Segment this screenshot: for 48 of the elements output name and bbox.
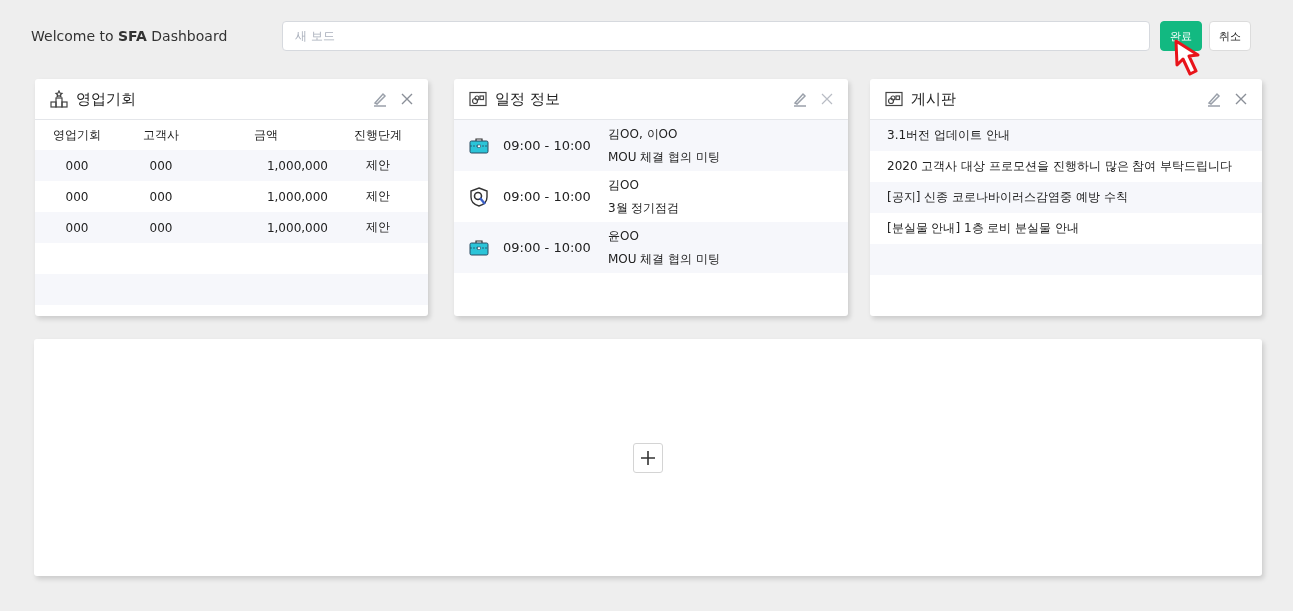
table-cell-text: 000 (64, 189, 90, 204)
photo-frame-icon (885, 91, 903, 107)
table-cell-text: 제안 (365, 219, 391, 236)
welcome-title: Welcome to SFA Dashboard (31, 28, 229, 44)
card-title: 게시판 (911, 89, 956, 109)
column-header: 영업기회 (52, 126, 102, 144)
briefcase-icon (469, 136, 489, 155)
post-title[interactable]: 2020 고객사 대상 프로모션을 진행하니 많은 참여 부탁드립니다 (887, 158, 1233, 175)
briefcase-icon (469, 238, 489, 257)
table-cell-text: 000 (148, 189, 174, 204)
edit-icon[interactable] (372, 91, 388, 107)
header-button[interactable]: 취소 (1209, 21, 1251, 51)
table-cell-text: 제안 (365, 157, 391, 174)
post-title[interactable]: 3.1버전 업데이트 안내 (887, 127, 1010, 144)
column-header: 금액 (252, 126, 279, 144)
schedule-subject: 3월 정기점검 (608, 199, 680, 217)
table-cell-text: 000 (64, 158, 90, 173)
board-name-field[interactable]: 새 보드 (282, 21, 1150, 51)
card-title: 일정 정보 (495, 89, 560, 109)
schedule-time: 09:00 - 10:00 (503, 138, 592, 153)
schedule-time: 09:00 - 10:00 (503, 240, 592, 255)
close-icon[interactable] (1234, 92, 1248, 106)
close-icon[interactable] (400, 92, 414, 106)
table-cell-text: 1,000,000 (265, 220, 328, 235)
column-header: 진행단계 (353, 126, 403, 144)
schedule-people: 김OO (608, 176, 640, 194)
close-icon[interactable] (820, 92, 834, 106)
shield-wrench-icon (469, 186, 489, 207)
podium-icon (50, 90, 68, 108)
add-button[interactable] (633, 442, 663, 473)
schedule-subject: MOU 체결 협의 미팅 (608, 148, 721, 166)
schedule-people: 김OO, 이OO (608, 125, 679, 143)
table-cell-text: 제안 (365, 188, 391, 205)
column-header: 고객사 (142, 126, 180, 144)
schedule-subject: MOU 체결 협의 미팅 (608, 250, 721, 268)
post-title[interactable]: [분실물 안내] 1층 로비 분실물 안내 (887, 220, 1080, 237)
edit-icon[interactable] (1206, 91, 1222, 107)
table-cell-text: 1,000,000 (265, 189, 328, 204)
table-cell-text: 000 (148, 158, 174, 173)
edit-icon[interactable] (792, 91, 808, 107)
table-cell-text: 1,000,000 (265, 158, 328, 173)
card-title: 영업기회 (76, 89, 136, 109)
schedule-time: 09:00 - 10:00 (503, 189, 592, 204)
schedule-people: 윤OO (608, 227, 640, 245)
table-cell-text: 000 (148, 220, 174, 235)
table-cell-text: 000 (64, 220, 90, 235)
photo-frame-icon (469, 91, 487, 107)
plus-icon (640, 449, 656, 466)
